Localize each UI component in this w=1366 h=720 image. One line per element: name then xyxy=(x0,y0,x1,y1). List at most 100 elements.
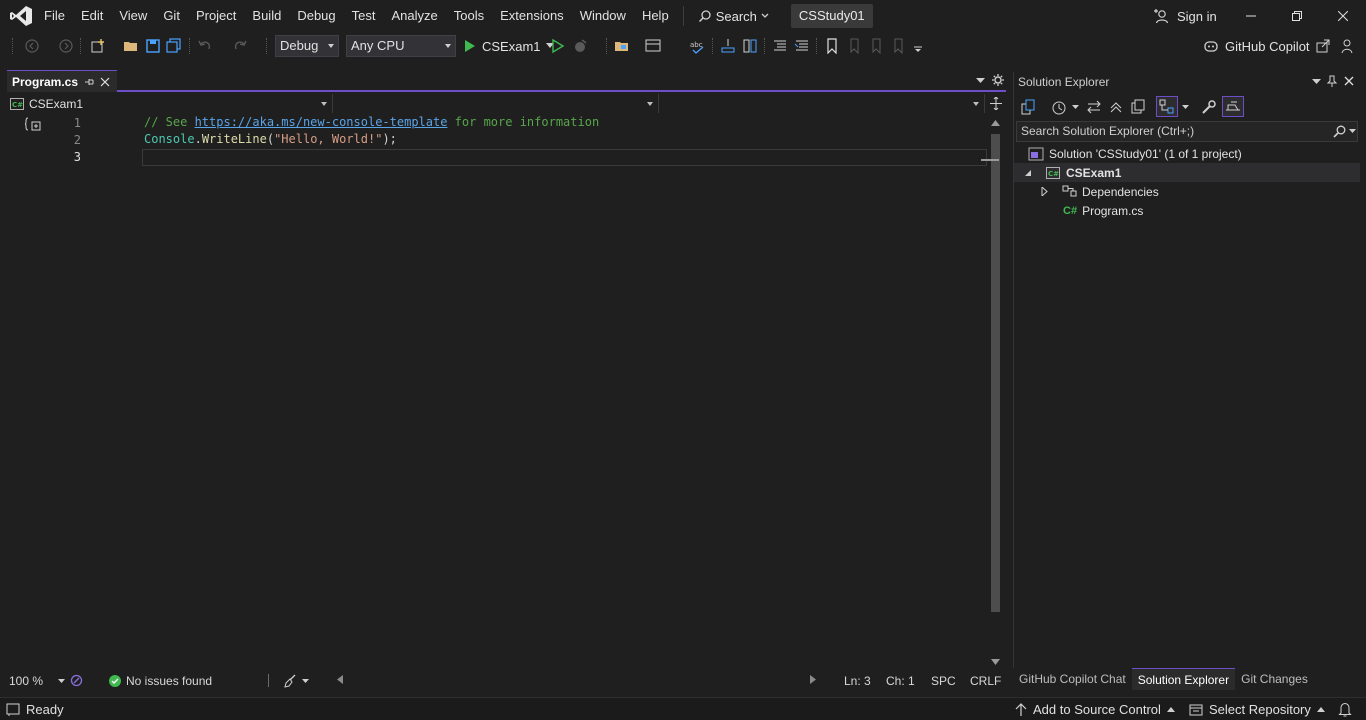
start-without-debugging-icon[interactable] xyxy=(550,38,566,54)
scroll-left-icon[interactable] xyxy=(337,675,343,684)
hot-reload-icon[interactable] xyxy=(573,38,589,54)
expanded-arrow-icon[interactable] xyxy=(1024,169,1032,177)
bookmark-icon[interactable] xyxy=(824,38,840,54)
menu-tools[interactable]: Tools xyxy=(446,4,492,28)
minimize-button[interactable] xyxy=(1228,0,1274,32)
code-cleanup-button[interactable] xyxy=(283,673,309,689)
split-window-icon[interactable] xyxy=(990,97,1002,110)
previous-bookmark-icon[interactable] xyxy=(846,38,862,54)
menu-debug[interactable]: Debug xyxy=(289,4,343,28)
step-into-icon[interactable] xyxy=(720,38,736,54)
tree-node-dependencies[interactable]: Dependencies xyxy=(1014,182,1360,201)
visual-studio-logo-icon[interactable] xyxy=(9,5,33,27)
collapse-all-icon[interactable] xyxy=(1108,99,1124,115)
type-scope-dropdown[interactable] xyxy=(333,94,659,113)
pin-icon[interactable] xyxy=(84,77,94,87)
vertical-scrollbar[interactable] xyxy=(981,114,1004,670)
tab-solution-explorer[interactable]: Solution Explorer xyxy=(1131,668,1236,690)
preview-toggle[interactable] xyxy=(1222,96,1244,117)
menu-git[interactable]: Git xyxy=(155,4,188,28)
tab-git-changes[interactable]: Git Changes xyxy=(1235,668,1314,690)
menu-analyze[interactable]: Analyze xyxy=(383,4,445,28)
solution-search-input[interactable]: Search Solution Explorer (Ctrl+;) xyxy=(1016,121,1358,142)
scroll-up-icon[interactable] xyxy=(991,120,1000,126)
navigate-back-icon[interactable] xyxy=(24,38,40,54)
navigate-forward-icon[interactable] xyxy=(58,38,74,54)
menu-extensions[interactable]: Extensions xyxy=(492,4,572,28)
zoom-dropdown[interactable]: 100 % xyxy=(9,673,65,689)
menu-help[interactable]: Help xyxy=(634,4,677,28)
redo-icon[interactable] xyxy=(232,38,248,54)
chevron-down-icon[interactable] xyxy=(1072,105,1079,110)
line-ending-indicator[interactable]: CRLF xyxy=(970,673,1001,689)
toolbar-overflow-icon[interactable] xyxy=(910,38,926,54)
output-window-icon[interactable] xyxy=(6,703,20,717)
add-to-source-control-button[interactable]: Add to Source Control xyxy=(1015,701,1175,718)
notifications-bell-icon[interactable] xyxy=(1338,702,1352,717)
intellicode-icon[interactable] xyxy=(70,674,83,687)
undo-icon[interactable] xyxy=(197,38,213,54)
scrollbar-thumb[interactable] xyxy=(991,134,1000,612)
tab-list-dropdown-icon[interactable] xyxy=(976,78,985,84)
switch-views-icon[interactable] xyxy=(1020,99,1036,115)
member-scope-dropdown[interactable] xyxy=(659,94,985,113)
chevron-down-icon[interactable] xyxy=(1182,105,1189,110)
code-editor[interactable]: 1 2 3 // See https://aka.ms/new-console-… xyxy=(7,114,987,670)
save-icon[interactable] xyxy=(145,38,161,54)
clear-bookmarks-icon[interactable] xyxy=(890,38,906,54)
close-icon[interactable] xyxy=(1344,76,1354,86)
tree-node-solution[interactable]: Solution 'CSStudy01' (1 of 1 project) xyxy=(1014,144,1360,163)
close-window-button[interactable] xyxy=(1320,0,1366,32)
github-copilot-button[interactable]: GitHub Copilot xyxy=(1203,35,1310,57)
select-repository-button[interactable]: Select Repository xyxy=(1189,701,1325,718)
compare-icon[interactable] xyxy=(742,38,758,54)
menu-edit[interactable]: Edit xyxy=(73,4,111,28)
menu-project[interactable]: Project xyxy=(188,4,244,28)
issues-indicator[interactable]: No issues found xyxy=(109,673,212,689)
code-lens-icon[interactable] xyxy=(25,117,43,133)
save-all-icon[interactable] xyxy=(166,38,182,54)
open-in-file-explorer-icon[interactable] xyxy=(614,38,630,54)
tree-node-program-cs[interactable]: C# Program.cs xyxy=(1014,201,1360,220)
show-all-files-icon[interactable] xyxy=(1130,99,1146,115)
configuration-dropdown[interactable]: Debug xyxy=(275,35,339,57)
menu-view[interactable]: View xyxy=(111,4,155,28)
gear-icon[interactable] xyxy=(992,74,1004,86)
sync-with-active-document-icon[interactable] xyxy=(1086,99,1102,115)
menu-test[interactable]: Test xyxy=(344,4,384,28)
next-bookmark-icon[interactable] xyxy=(868,38,884,54)
scroll-down-icon[interactable] xyxy=(991,659,1000,665)
collapsed-arrow-icon[interactable] xyxy=(1041,187,1049,196)
spell-check-icon[interactable]: abc xyxy=(689,38,705,54)
line-indicator[interactable]: Ln: 3 xyxy=(844,673,871,689)
sign-in-button[interactable]: Sign in xyxy=(1153,4,1217,28)
scroll-right-icon[interactable] xyxy=(810,675,816,684)
wrench-icon[interactable] xyxy=(1201,99,1217,115)
menu-window[interactable]: Window xyxy=(572,4,634,28)
pending-changes-filter-icon[interactable] xyxy=(1051,99,1067,115)
uncomment-lines-icon[interactable] xyxy=(794,38,810,54)
open-folder-icon[interactable] xyxy=(123,38,139,54)
chevron-down-icon[interactable] xyxy=(1349,129,1356,134)
whitespace-indicator[interactable]: SPC xyxy=(931,673,956,689)
share-icon[interactable] xyxy=(1315,38,1331,54)
close-icon[interactable] xyxy=(100,77,110,87)
search-button[interactable]: Search xyxy=(690,4,777,28)
pin-icon[interactable] xyxy=(1327,75,1337,87)
feedback-icon[interactable] xyxy=(1340,38,1356,54)
project-scope-dropdown[interactable]: C# CSExam1 xyxy=(7,94,333,113)
comment-lines-icon[interactable] xyxy=(772,38,788,54)
tab-program-cs[interactable]: Program.cs xyxy=(7,70,117,92)
template-link[interactable]: https://aka.ms/new-console-template xyxy=(195,115,448,129)
platform-dropdown[interactable]: Any CPU xyxy=(346,35,456,57)
search-icon[interactable] xyxy=(1333,125,1346,138)
new-project-icon[interactable] xyxy=(90,38,106,54)
preview-selected-toggle[interactable] xyxy=(1156,96,1178,117)
layout-icon[interactable] xyxy=(645,38,661,54)
restore-button[interactable] xyxy=(1274,0,1320,32)
tree-node-project[interactable]: C# CSExam1 xyxy=(1014,163,1360,182)
menu-file[interactable]: File xyxy=(36,4,73,28)
start-debugging-button[interactable]: CSExam1 xyxy=(463,35,554,57)
column-indicator[interactable]: Ch: 1 xyxy=(886,673,915,689)
window-position-dropdown-icon[interactable] xyxy=(1312,79,1321,85)
